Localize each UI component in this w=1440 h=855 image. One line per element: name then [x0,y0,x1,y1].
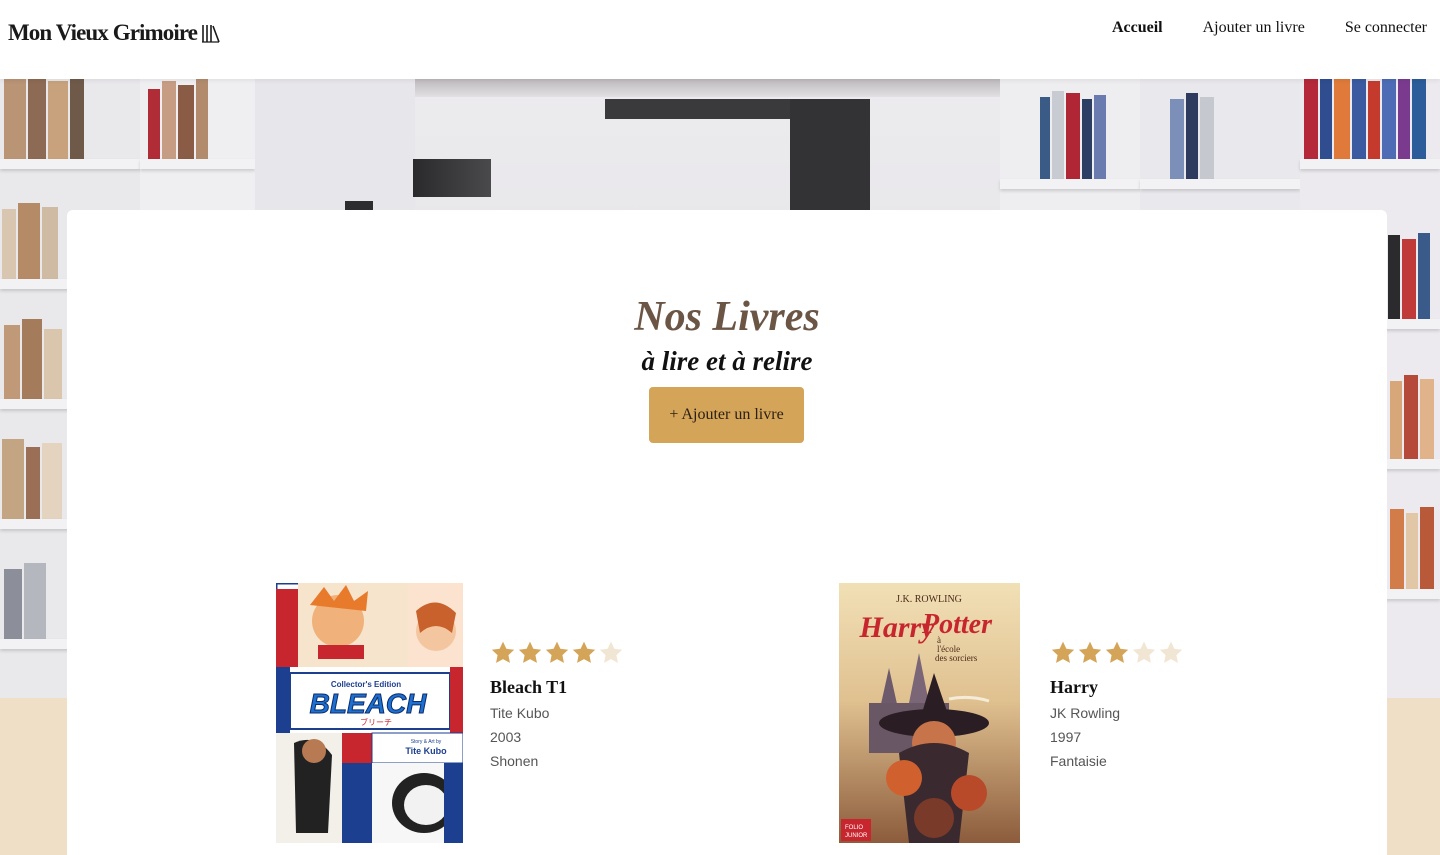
book-cover-image[interactable]: J.K. ROWLING Harry Potter à l'école des … [839,583,1020,843]
book-genre: Shonen [490,753,539,769]
nav-link-ajouter-un-livre[interactable]: Ajouter un livre [1203,19,1305,37]
star-empty-icon [1159,641,1183,663]
book-year: 1997 [1050,729,1082,745]
book-info: Bleach T1 Tite Kubo 2003 Shonen [490,639,690,773]
book-author: Tite Kubo [490,705,550,721]
book-cover-image[interactable]: Collector's Edition BLEACH ブリーチ Story & … [276,583,463,843]
star-icon [545,641,569,663]
star-icon [518,641,542,663]
book-card-bleach[interactable]: Collector's Edition BLEACH ブリーチ Story & … [276,583,696,843]
top-navigation-bar: Mon Vieux Grimoire Accueil Ajouter un li… [0,0,1440,79]
svg-text:FOLIO: FOLIO [845,825,863,831]
svg-text:ブリーチ: ブリーチ [360,717,392,727]
book-title[interactable]: Bleach T1 [490,677,690,698]
nav-link-se-connecter[interactable]: Se connecter [1345,19,1427,37]
star-empty-icon [599,641,623,663]
svg-text:JUNIOR: JUNIOR [845,833,868,839]
star-icon [572,641,596,663]
star-icon [1051,641,1075,663]
site-logo[interactable]: Mon Vieux Grimoire [8,20,220,46]
book-author: JK Rowling [1050,705,1121,721]
logo-text: Mon Vieux Grimoire [8,20,198,45]
add-book-button[interactable]: + Ajouter un livre [649,387,804,443]
page-subtitle: à lire et à relire [641,346,813,376]
svg-text:Potter: Potter [921,609,993,640]
book-title[interactable]: Harry [1050,677,1250,698]
svg-text:BLEACH: BLEACH [310,688,427,719]
rating-stars [490,639,690,667]
star-icon [491,641,515,663]
nav-link-accueil[interactable]: Accueil [1112,19,1163,37]
book-genre: Fantaisie [1050,753,1107,769]
book-card-harry[interactable]: J.K. ROWLING Harry Potter à l'école des … [839,583,1259,843]
svg-text:J.K. ROWLING: J.K. ROWLING [896,594,962,605]
star-icon [1105,641,1129,663]
book-year: 2003 [490,729,522,745]
star-empty-icon [1132,641,1156,663]
svg-text:des sorciers: des sorciers [935,653,978,663]
svg-text:Story & Art by: Story & Art by [411,739,442,745]
page-title: Nos Livres [634,294,820,340]
main-nav: Accueil Ajouter un livre Se connecter [1112,19,1427,37]
books-panel: Nos Livres à lire et à relire + Ajouter … [67,210,1387,855]
book-info: Harry JK Rowling 1997 Fantaisie [1050,639,1250,773]
svg-text:Tite Kubo: Tite Kubo [405,746,447,756]
books-icon [202,25,220,43]
star-icon [1078,641,1102,663]
rating-stars [1050,639,1250,667]
